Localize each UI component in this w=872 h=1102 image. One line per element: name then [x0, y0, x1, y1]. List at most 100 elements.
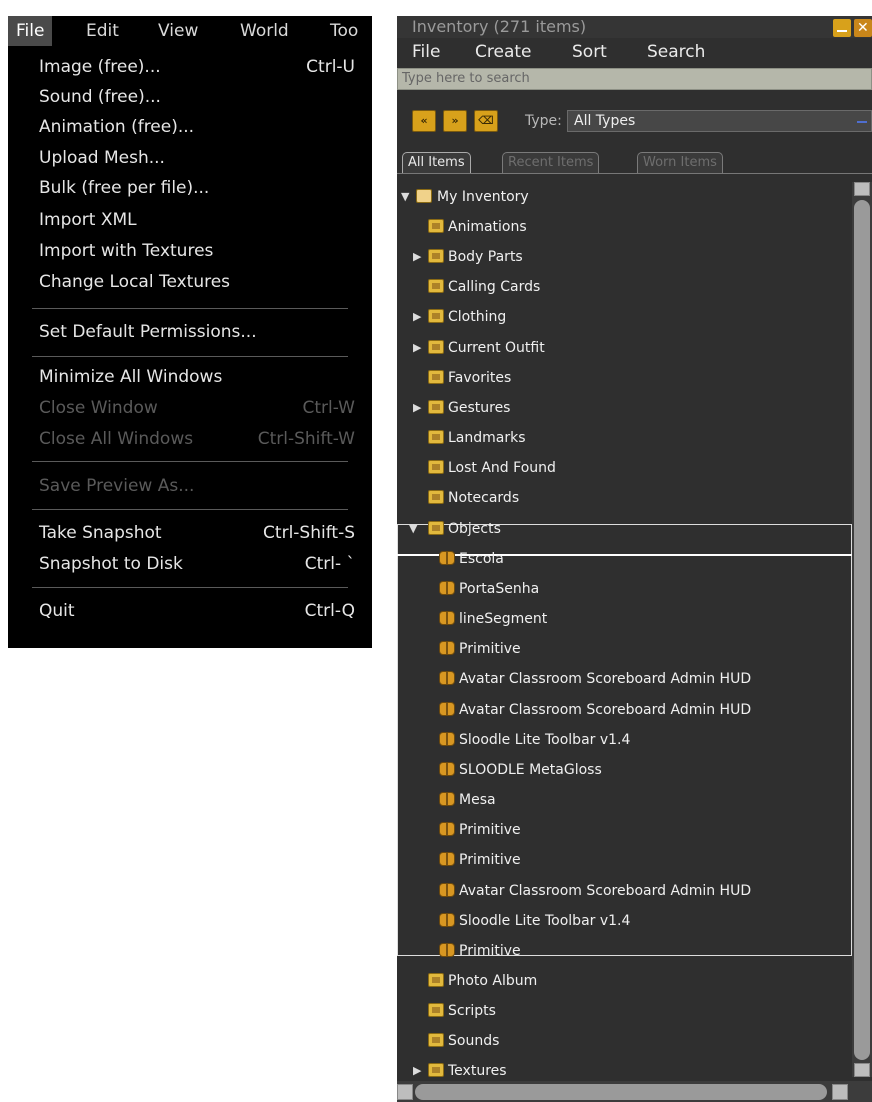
- tab-all-items[interactable]: All Items: [402, 152, 471, 173]
- menu-item-set-default-permissions[interactable]: Set Default Permissions...: [8, 317, 372, 347]
- close-button[interactable]: ✕: [854, 19, 872, 37]
- tree-item-label: Primitive: [459, 822, 521, 838]
- notecards-folder-icon: [428, 490, 444, 504]
- menu-view[interactable]: View: [150, 16, 206, 46]
- menu-item-label: Bulk (free per file)...: [39, 178, 210, 198]
- scroll-left-button[interactable]: [397, 1084, 413, 1100]
- expand-all-button[interactable]: »: [443, 110, 467, 132]
- tree-item-label: Animations: [448, 219, 527, 235]
- scroll-up-button[interactable]: [854, 182, 870, 196]
- tree-row[interactable]: Favorites: [397, 363, 852, 393]
- tree-item-label: Landmarks: [448, 430, 526, 446]
- tree-row-objects[interactable]: ▼ Objects: [397, 514, 852, 544]
- menu-item-save-preview-as[interactable]: Save Preview As...: [8, 471, 372, 501]
- vertical-scrollbar[interactable]: [852, 182, 872, 1077]
- tree-row[interactable]: ▶ Textures: [397, 1056, 852, 1077]
- collapsed-arrow-icon[interactable]: ▶: [413, 1056, 421, 1077]
- tree-row[interactable]: ▶ Clothing: [397, 302, 852, 332]
- tree-row[interactable]: Sloodle Lite Toolbar v1.4: [397, 906, 852, 936]
- expand-arrow-icon[interactable]: ▼: [401, 182, 409, 212]
- object-icon: [439, 762, 455, 776]
- tab-recent-items[interactable]: Recent Items: [502, 152, 600, 173]
- tree-row[interactable]: Sounds: [397, 1026, 852, 1056]
- menu-item-animation-upload[interactable]: Animation (free)...: [8, 112, 372, 142]
- menu-item-minimize-all-windows[interactable]: Minimize All Windows: [8, 362, 372, 392]
- tree-row[interactable]: Animations: [397, 212, 852, 242]
- menu-item-quit[interactable]: Quit Ctrl-Q: [8, 596, 372, 626]
- horizontal-scrollbar[interactable]: [397, 1081, 872, 1102]
- menu-tools[interactable]: Too: [322, 16, 366, 46]
- tree-row[interactable]: Primitive: [397, 845, 852, 875]
- tree-row[interactable]: SLOODLE MetaGloss: [397, 755, 852, 785]
- tab-worn-items[interactable]: Worn Items: [637, 152, 723, 173]
- type-filter-select[interactable]: All Types: [567, 110, 872, 132]
- menu-file[interactable]: File: [8, 16, 53, 46]
- collapsed-arrow-icon[interactable]: ▶: [413, 393, 421, 423]
- scroll-right-button[interactable]: [832, 1084, 848, 1100]
- tree-item-label: Sounds: [448, 1033, 500, 1049]
- collapsed-arrow-icon[interactable]: ▶: [413, 302, 421, 332]
- tree-row[interactable]: Calling Cards: [397, 272, 852, 302]
- object-icon: [439, 792, 455, 806]
- tree-row[interactable]: Avatar Classroom Scoreboard Admin HUD: [397, 876, 852, 906]
- inventory-menu-file[interactable]: File: [412, 38, 440, 66]
- menu-item-import-with-textures[interactable]: Import with Textures: [8, 236, 372, 266]
- tree-item-label: PortaSenha: [459, 581, 540, 597]
- tree-row[interactable]: Primitive: [397, 936, 852, 966]
- inventory-menu-sort[interactable]: Sort: [572, 38, 607, 66]
- tree-row[interactable]: ▶ Body Parts: [397, 242, 852, 272]
- tree-row[interactable]: Scripts: [397, 996, 852, 1026]
- menu-item-shortcut: Ctrl-Shift-W: [257, 429, 355, 449]
- menu-item-import-xml[interactable]: Import XML: [8, 205, 372, 235]
- tree-row[interactable]: Primitive: [397, 815, 852, 845]
- tree-row-my-inventory[interactable]: ▼ My Inventory: [397, 182, 852, 212]
- menu-item-label: Import with Textures: [39, 241, 214, 261]
- tree-row[interactable]: Avatar Classroom Scoreboard Admin HUD: [397, 695, 852, 725]
- clear-search-button[interactable]: ⌫: [474, 110, 498, 132]
- inventory-tabs: All Items Recent Items Worn Items: [397, 149, 872, 174]
- scroll-down-button[interactable]: [854, 1063, 870, 1077]
- tree-row[interactable]: Escola: [397, 544, 852, 574]
- menu-item-sound-upload[interactable]: Sound (free)...: [8, 82, 372, 112]
- menu-item-take-snapshot[interactable]: Take Snapshot Ctrl-Shift-S: [8, 518, 372, 548]
- tree-item-label: Primitive: [459, 852, 521, 868]
- inventory-menu-create[interactable]: Create: [475, 38, 532, 66]
- inventory-window: Inventory (271 items) ✕ File Create Sort…: [397, 16, 872, 1102]
- tree-row[interactable]: Primitive: [397, 634, 852, 664]
- menu-item-close-all-windows[interactable]: Close All Windows Ctrl-Shift-W: [8, 424, 372, 454]
- collapsed-arrow-icon[interactable]: ▶: [413, 333, 421, 363]
- tree-row[interactable]: Photo Album: [397, 966, 852, 996]
- vertical-scroll-thumb[interactable]: [854, 200, 870, 1060]
- sounds-folder-icon: [428, 1033, 444, 1047]
- tree-row[interactable]: Lost And Found: [397, 453, 852, 483]
- collapsed-arrow-icon[interactable]: ▶: [413, 242, 421, 272]
- inventory-titlebar[interactable]: Inventory (271 items) ✕: [397, 16, 872, 38]
- menu-item-close-window[interactable]: Close Window Ctrl-W: [8, 393, 372, 423]
- collapse-all-button[interactable]: «: [412, 110, 436, 132]
- inventory-menu-search[interactable]: Search: [647, 38, 705, 66]
- horizontal-scroll-thumb[interactable]: [415, 1084, 827, 1100]
- tree-row[interactable]: PortaSenha: [397, 574, 852, 604]
- expand-arrow-icon[interactable]: ▼: [409, 514, 417, 544]
- tree-row[interactable]: Mesa: [397, 785, 852, 815]
- menu-world[interactable]: World: [232, 16, 297, 46]
- tree-row[interactable]: ▶ Current Outfit: [397, 333, 852, 363]
- tree-row[interactable]: Landmarks: [397, 423, 852, 453]
- inventory-search-input[interactable]: Type here to search: [397, 68, 872, 90]
- minimize-button[interactable]: [833, 19, 851, 37]
- menu-item-upload-mesh[interactable]: Upload Mesh...: [8, 143, 372, 173]
- tree-row[interactable]: Notecards: [397, 483, 852, 513]
- tree-item-label: Favorites: [448, 370, 512, 386]
- menu-item-snapshot-to-disk[interactable]: Snapshot to Disk Ctrl- `: [8, 549, 372, 579]
- tree-row[interactable]: Avatar Classroom Scoreboard Admin HUD: [397, 664, 852, 694]
- tree-item-label: Notecards: [448, 490, 520, 506]
- tree-row[interactable]: lineSegment: [397, 604, 852, 634]
- object-icon: [439, 852, 455, 866]
- menu-edit[interactable]: Edit: [78, 16, 127, 46]
- menu-item-image-upload[interactable]: Image (free)... Ctrl-U: [8, 52, 372, 82]
- menu-item-bulk-upload[interactable]: Bulk (free per file)...: [8, 173, 372, 203]
- menu-item-change-local-textures[interactable]: Change Local Textures: [8, 267, 372, 297]
- menu-separator: [32, 461, 348, 462]
- tree-row[interactable]: Sloodle Lite Toolbar v1.4: [397, 725, 852, 755]
- tree-row[interactable]: ▶ Gestures: [397, 393, 852, 423]
